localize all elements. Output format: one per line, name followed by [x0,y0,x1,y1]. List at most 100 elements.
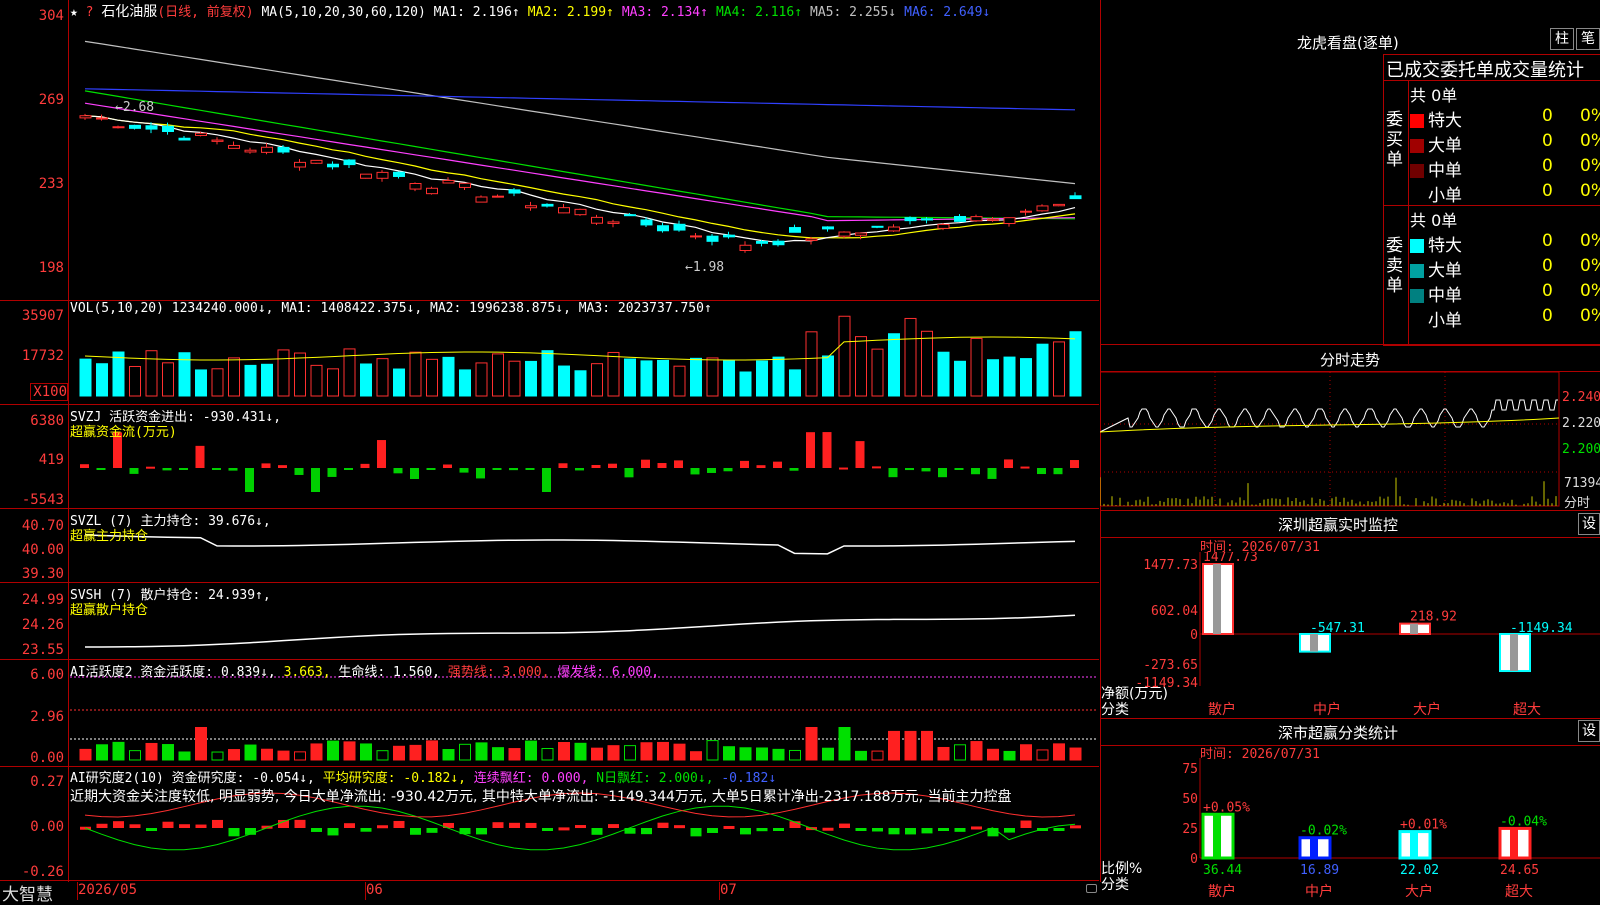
buy-row: 小单 0 0% [1410,181,1600,206]
flow-bar [212,468,221,470]
flow-bar [971,468,980,475]
monitor-chart[interactable]: 1477.73 602.04 0 -273.65 -1149.34 1477.73 散户 -5… [1100,552,1600,722]
monitor-category-label: 大户 [1413,701,1441,718]
stats-axis-label: 25 [1182,822,1198,837]
bar-mode-button[interactable]: 柱 [1550,28,1574,50]
activity-bar [244,744,257,761]
monitor-bar-label: 218.92 [1410,610,1457,625]
flow-bar [443,464,452,468]
activity-bar [310,743,323,761]
flow-bar [162,468,172,471]
intraday-vol-label: 71394 [1564,476,1600,491]
activity-bar [558,742,570,761]
row-label: 小单 [1428,311,1462,331]
vol-unit-button[interactable]: X100 [30,383,68,401]
activity-bar [145,742,158,761]
volume-bar [129,365,141,397]
candle [558,207,570,214]
research-bar [921,828,933,834]
star-icon[interactable]: ★ [70,5,78,20]
activity-bar [574,742,587,761]
svzj-axis-label: -5543 [21,492,64,508]
activity-bar [987,748,999,761]
monitor-settings-button[interactable]: 设 [1578,513,1600,535]
research-bar [327,828,339,836]
flow-bar [806,432,815,468]
flow-bar [1020,466,1030,469]
candle [376,171,389,179]
monitor-bar-label: 1477.73 [1203,552,1258,565]
brand-logo: 大智慧 [2,885,53,905]
dragon-divider [1383,80,1600,81]
stats-settings-button[interactable]: 设 [1578,720,1600,742]
ma-line [84,102,1076,222]
monitor-axis-label: 0 [1190,628,1198,643]
flow-bar [129,468,139,474]
activity-bar [937,746,950,761]
flow-bar [690,468,700,475]
price-low-note: ←1.98 [685,260,725,275]
color-swatch-icon [1410,139,1424,153]
volume-bar [805,331,818,397]
row-percent: 0% [1580,256,1600,276]
sell-row: 大单 0 0% [1410,256,1600,281]
research-bar [410,828,421,835]
research-bar [954,828,966,832]
research-bar [1070,825,1081,829]
volume-bar [492,353,504,397]
retail-position-line [84,614,1076,648]
color-swatch-icon [1410,189,1424,203]
volume-bar [360,363,372,397]
tick-mode-button[interactable]: 笔 [1576,28,1600,50]
stats-xlabel: 分类 [1101,877,1129,893]
flow-bar [575,468,584,471]
candle [96,117,108,120]
monitor-bar-shade [1510,634,1518,672]
candle [690,235,702,238]
svzj-subtitle: 超赢资金流(万元) [70,425,177,440]
kline-chart[interactable] [0,0,1100,882]
flow-bar [839,467,848,470]
research-bar [888,828,900,835]
candle [541,203,554,207]
price-axis-label: 269 [38,92,64,108]
stats-chart[interactable]: 75 50 25 0 +0.05% 36.44 散户 -0.02% 16.89 中户 +0.01% 2… [1100,758,1600,900]
candle [1069,195,1082,200]
research-bar [492,822,504,828]
activity-bar [178,751,191,761]
monitor-axis-label: -273.65 [1143,658,1198,673]
svzl-axis-label: 39.30 [21,566,64,582]
volume-bar [96,363,108,397]
x-axis-label: 06 [366,882,383,898]
research-bar [393,820,405,828]
svsh-axis-label: 24.99 [21,592,64,608]
candle [904,217,917,222]
ai2-value: -0.182↓ [713,771,777,786]
flow-bar [410,468,419,479]
candle [591,216,603,224]
stats-title: 深市超赢分类统计 [1278,724,1399,742]
activity-bar [871,750,884,761]
question-icon[interactable]: ? [86,5,94,20]
ma-value: MA5: 2.255↓ [810,5,897,20]
candle [871,225,884,228]
ma-value: MA4: 2.116↑ [715,5,803,20]
price-high-note: ←2.68 [115,100,155,115]
vol-pane-title: VOL(5,10,20) 1234240.000↓, MA1: 1408422.… [70,301,712,316]
research-bar [971,826,982,830]
row-percent: 0% [1580,106,1600,126]
dragon-title: 龙虎看盘(逐单) [1297,34,1399,52]
candle [1053,203,1065,207]
row-value: 0 [1542,256,1553,276]
research-bar [822,827,834,831]
candle [310,159,323,164]
activity-bar [822,747,834,761]
row-label: 大单 [1428,136,1462,156]
flow-bar [707,468,716,473]
research-bar [905,828,916,835]
lock-icon[interactable] [1086,884,1097,893]
ai1-lifeline: 生命线: 1.560, [330,665,440,680]
intraday-chart[interactable] [1100,372,1600,510]
flow-bar [954,468,964,470]
volume-bar [244,364,257,397]
